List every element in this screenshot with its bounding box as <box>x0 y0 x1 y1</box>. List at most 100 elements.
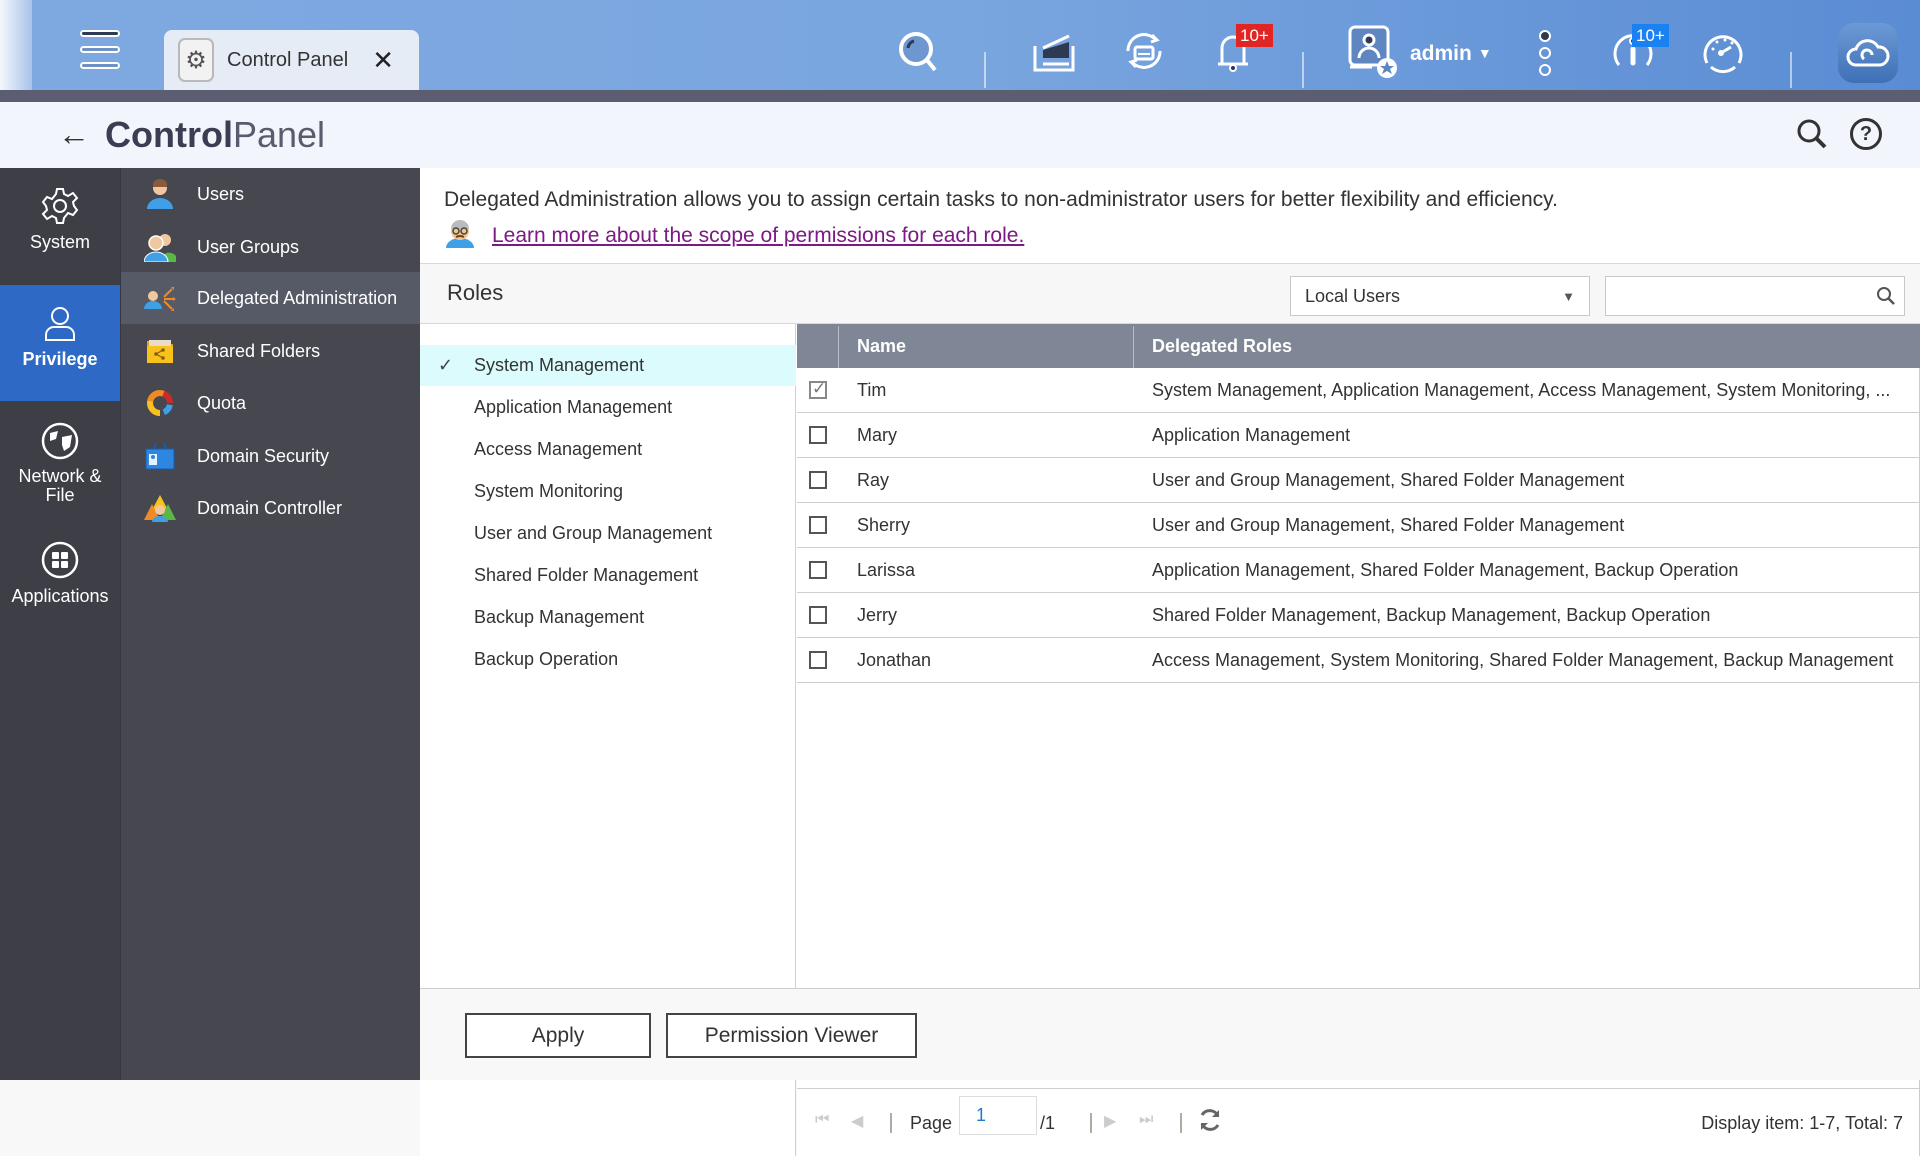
row-checkbox[interactable] <box>809 651 827 669</box>
domain-controller-icon <box>143 493 177 523</box>
top-bar: ⚙ Control Panel ✕ 10+ admin ▼ 10+ <box>0 0 1920 90</box>
submenu-item-shared-folders[interactable]: Shared Folders <box>121 325 421 377</box>
row-checkbox[interactable] <box>809 471 827 489</box>
column-header-name[interactable]: Name <box>857 324 906 368</box>
submenu-item-delegated-administration[interactable]: Delegated Administration <box>121 272 421 324</box>
table-row[interactable]: Jonathan Access Management, System Monito… <box>797 638 1920 683</box>
learn-more-row: Learn more about the scope of permission… <box>444 218 1024 253</box>
search-icon[interactable] <box>1876 286 1896 311</box>
next-page-icon[interactable]: ▶ <box>1104 1111 1116 1131</box>
user-icon <box>45 307 75 341</box>
toolbar-divider <box>984 52 986 88</box>
user-type-select[interactable]: Local Users ▼ <box>1290 276 1590 316</box>
row-roles: System Management, Application Managemen… <box>1152 380 1891 400</box>
user-groups-icon <box>143 232 177 262</box>
submenu-item-label: Delegated Administration <box>197 287 398 308</box>
search-icon[interactable] <box>1796 118 1828 155</box>
apply-button[interactable]: Apply <box>465 1013 651 1058</box>
permission-viewer-button[interactable]: Permission Viewer <box>666 1013 917 1058</box>
rail-item-system[interactable]: System <box>0 186 120 284</box>
rail-item-network-file[interactable]: Network & File <box>0 421 120 541</box>
learn-more-link[interactable]: Learn more about the scope of permission… <box>492 224 1024 248</box>
more-options-icon[interactable] <box>1539 30 1555 81</box>
row-checkbox[interactable] <box>809 561 827 579</box>
last-page-icon[interactable]: ⏭ <box>1139 1111 1153 1129</box>
previous-page-icon[interactable]: ◀ <box>851 1111 863 1131</box>
table-row[interactable]: Ray User and Group Management, Shared Fol… <box>797 458 1920 503</box>
app-tab-control-panel[interactable]: ⚙ Control Panel ✕ <box>164 30 419 90</box>
row-roles: User and Group Management, Shared Folder… <box>1152 470 1625 490</box>
row-checkbox[interactable] <box>809 516 827 534</box>
top-bar-shadow <box>0 90 1920 102</box>
pagination-bar: ⏮ ◀ Page /1 ▶ ⏭ Display item: 1-7, Total… <box>797 1088 1920 1156</box>
role-label: Shared Folder Management <box>474 565 699 585</box>
role-item-system-monitoring[interactable]: System Monitoring <box>420 471 796 512</box>
table-row[interactable]: Larissa Application Management, Shared Fo… <box>797 548 1920 593</box>
page-label: Page <box>910 1113 953 1133</box>
role-item-shared-folder-management[interactable]: Shared Folder Management <box>420 555 796 596</box>
role-item-user-group-management[interactable]: User and Group Management <box>420 513 796 554</box>
row-name: Mary <box>857 425 897 445</box>
row-checkbox[interactable] <box>809 379 827 399</box>
table-row[interactable]: Tim System Management, Application Manage… <box>797 368 1920 413</box>
page-title: ControlPanel <box>105 114 325 156</box>
refresh-icon[interactable] <box>1197 1107 1223 1138</box>
page-title-light: Panel <box>232 114 326 155</box>
user-search-field[interactable] <box>1605 276 1905 316</box>
external-device-icon[interactable] <box>1119 26 1169 76</box>
user-icon[interactable] <box>1347 25 1397 78</box>
role-label: System Management <box>474 355 645 375</box>
domain-security-icon <box>143 441 177 471</box>
rail-item-label: Network & File <box>18 466 102 505</box>
back-arrow-icon[interactable]: ← <box>58 116 90 153</box>
submenu-item-label: User Groups <box>197 236 300 257</box>
row-checkbox[interactable] <box>809 606 827 624</box>
rail-item-privilege[interactable]: Privilege <box>0 285 120 401</box>
globe-icon <box>41 422 79 460</box>
toolbar-divider <box>1302 52 1304 88</box>
content-area: Delegated Administration allows you to a… <box>420 168 1920 1156</box>
role-item-system-management[interactable]: ✓ System Management <box>420 345 796 386</box>
row-checkbox[interactable] <box>809 426 827 444</box>
table-row[interactable]: Sherry User and Group Management, Shared … <box>797 503 1920 548</box>
submenu-item-domain-security[interactable]: Domain Security <box>121 430 421 482</box>
search-icon[interactable] <box>893 26 943 76</box>
row-name: Larissa <box>857 560 916 580</box>
user-type-value: Local Users <box>1305 286 1401 306</box>
submenu-item-domain-controller[interactable]: Domain Controller <box>121 482 421 534</box>
role-label: Application Management <box>474 397 673 417</box>
close-icon[interactable]: ✕ <box>372 45 394 76</box>
shared-folder-icon <box>143 336 177 366</box>
roles-title: Roles <box>447 280 504 305</box>
submenu-item-users[interactable]: Users <box>121 168 421 220</box>
cloud-icon[interactable] <box>1838 23 1898 83</box>
submenu-item-quota[interactable]: Quota <box>121 377 421 429</box>
rail-item-applications[interactable]: Applications <box>0 540 120 640</box>
page-number-input[interactable] <box>959 1096 1037 1135</box>
help-icon[interactable]: ? <box>1850 118 1882 150</box>
column-header-delegated-roles[interactable]: Delegated Roles <box>1152 324 1292 368</box>
main-menu-button[interactable] <box>80 30 120 72</box>
role-item-access-management[interactable]: Access Management <box>420 429 796 470</box>
table-row[interactable]: Mary Application Management <box>797 413 1920 458</box>
first-page-icon[interactable]: ⏮ <box>815 1111 829 1129</box>
background-tasks-icon[interactable] <box>1029 26 1079 76</box>
row-roles: User and Group Management, Shared Folder… <box>1152 515 1625 535</box>
info-badge: 10+ <box>1632 24 1669 47</box>
row-roles: Access Management, System Monitoring, Sh… <box>1152 650 1894 670</box>
role-item-backup-operation[interactable]: Backup Operation <box>420 639 796 680</box>
submenu-item-label: Domain Controller <box>197 497 343 518</box>
gear-icon <box>41 188 79 224</box>
role-item-backup-management[interactable]: Backup Management <box>420 597 796 638</box>
dashboard-icon[interactable] <box>1698 26 1748 76</box>
role-item-application-management[interactable]: Application Management <box>420 387 796 428</box>
user-menu[interactable]: admin ▼ <box>1410 42 1492 66</box>
pager-divider <box>1180 1113 1182 1133</box>
category-rail: System Privilege Network & File Applicat… <box>0 168 120 1080</box>
submenu-item-user-groups[interactable]: User Groups <box>121 221 421 273</box>
table-row[interactable]: Jerry Shared Folder Management, Backup Ma… <box>797 593 1920 638</box>
user-search-input[interactable] <box>1606 277 1866 315</box>
column-divider <box>1133 326 1134 368</box>
toolbar-divider <box>1790 52 1792 88</box>
role-label: Backup Operation <box>474 649 619 669</box>
